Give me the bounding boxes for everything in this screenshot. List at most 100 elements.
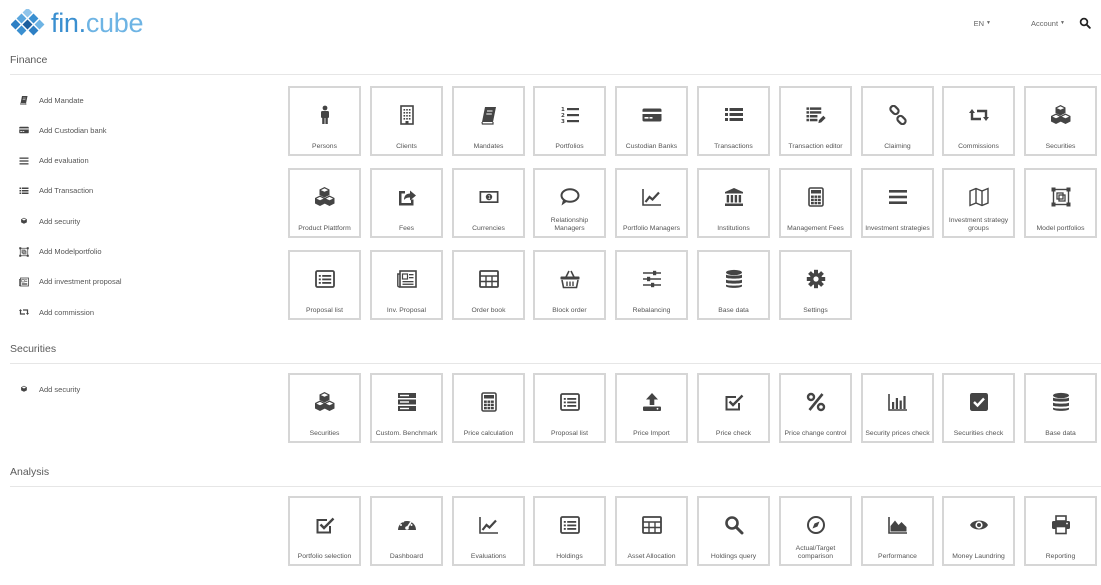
module-tile[interactable]: Proposal list <box>533 373 606 443</box>
svg-text:1: 1 <box>487 195 490 201</box>
module-tile-label: Relationship Managers <box>550 217 589 232</box>
link-icon <box>863 104 932 126</box>
module-tile[interactable]: Performance <box>861 496 934 566</box>
quick-action-label: Add security <box>39 384 81 394</box>
server-icon <box>372 391 441 413</box>
module-tile[interactable]: 1 2 3 Portfolios <box>533 86 606 156</box>
module-tile[interactable]: Model portfolios <box>1024 168 1097 238</box>
quick-action-link[interactable]: Add commission <box>19 307 94 317</box>
module-tile-label: Holdings query <box>710 552 757 560</box>
module-tile[interactable]: Settings <box>779 250 852 320</box>
module-tile[interactable]: Product Plattform <box>288 168 361 238</box>
module-tile[interactable]: Rebalancing <box>615 250 688 320</box>
quick-action-label: Add Mandate <box>39 95 84 105</box>
module-tile-label: Portfolios <box>555 142 584 150</box>
module-tile[interactable]: Transaction editor <box>779 86 852 156</box>
module-tile-label: Securities check <box>953 429 1004 437</box>
module-tile-label: Base data <box>718 306 749 314</box>
module-tile-label: Portfolio selection <box>297 552 352 560</box>
quick-action-link[interactable]: Add security <box>19 216 80 226</box>
module-tile[interactable]: Securities <box>1024 86 1097 156</box>
quick-action-link[interactable]: Add Transaction <box>19 186 93 196</box>
quick-action-link[interactable]: Add investment proposal <box>19 277 122 287</box>
module-tile[interactable]: Investment strategies <box>861 168 934 238</box>
module-tile[interactable]: Inv. Proposal <box>370 250 443 320</box>
calculator-icon <box>454 391 523 413</box>
module-tile[interactable]: Securities check <box>942 373 1015 443</box>
quick-action-link[interactable]: Add Modelportfolio <box>19 246 102 257</box>
module-tile[interactable]: Mandates <box>452 86 525 156</box>
header: fin.cube EN ▼ Account ▼ <box>0 0 1101 48</box>
quick-action-link[interactable]: Add evaluation <box>19 156 89 166</box>
module-tile[interactable]: Custom. Benchmark <box>370 373 443 443</box>
module-tile[interactable]: Proposal list <box>288 250 361 320</box>
module-tile-label: Custom. Benchmark <box>375 429 438 437</box>
logo[interactable]: fin.cube <box>11 8 143 38</box>
account-dropdown[interactable]: Account ▼ <box>1031 19 1065 28</box>
module-tile-label: Actual/Target comparison <box>795 545 836 560</box>
module-tile[interactable]: Portfolio selection <box>288 496 361 566</box>
module-tile[interactable]: Custodian Banks <box>615 86 688 156</box>
module-tile[interactable]: Investment strategy groups <box>942 168 1015 238</box>
language-dropdown[interactable]: EN ▼ <box>974 19 991 28</box>
module-tile[interactable]: Price change control <box>779 373 852 443</box>
module-tile-label: Investment strategy groups <box>948 217 1009 232</box>
module-tile-label: Settings <box>803 306 828 314</box>
module-tile[interactable]: Dashboard <box>370 496 443 566</box>
module-tile[interactable]: Management Fees <box>779 168 852 238</box>
module-tile-label: Price calculation <box>463 429 514 437</box>
quick-action-link[interactable]: Add Custodian bank <box>19 125 107 135</box>
quick-action-link[interactable]: Add Mandate <box>19 95 84 105</box>
module-tile[interactable]: Commissions <box>942 86 1015 156</box>
quick-action-link[interactable]: Add security <box>19 384 80 394</box>
module-tile[interactable]: Persons <box>288 86 361 156</box>
module-tile[interactable]: Block order <box>533 250 606 320</box>
retweet-icon <box>944 104 1013 126</box>
module-tile[interactable]: Base data <box>697 250 770 320</box>
money-icon: 1 <box>454 186 523 208</box>
module-tile[interactable]: Clients <box>370 86 443 156</box>
account-label: Account <box>1030 18 1059 28</box>
basket-icon <box>535 268 604 290</box>
module-tile-label: Securities <box>1045 142 1076 150</box>
module-tile[interactable]: Holdings <box>533 496 606 566</box>
comment-icon <box>535 186 604 208</box>
module-tile-label: Model portfolios <box>1036 224 1085 232</box>
module-tile[interactable]: Claiming <box>861 86 934 156</box>
cubes-icon <box>1026 104 1095 126</box>
quick-action-label: Add Custodian bank <box>39 125 107 135</box>
module-tile[interactable]: 1 Currencies <box>452 168 525 238</box>
module-tile-label: Transaction editor <box>788 142 843 150</box>
module-tile[interactable]: Holdings query <box>697 496 770 566</box>
male-icon <box>290 104 359 126</box>
bars-icon <box>19 156 33 166</box>
module-tile-label: Order book <box>471 306 506 314</box>
module-tile[interactable]: Order book <box>452 250 525 320</box>
module-tile[interactable]: Institutions <box>697 168 770 238</box>
module-tile-label: Proposal list <box>550 429 589 437</box>
bank-icon <box>699 186 768 208</box>
module-tile[interactable]: Transactions <box>697 86 770 156</box>
module-tile[interactable]: Money Laundring <box>942 496 1015 566</box>
map-icon <box>944 186 1013 208</box>
module-tile[interactable]: Base data <box>1024 373 1097 443</box>
module-tile[interactable]: Security prices check <box>861 373 934 443</box>
module-tile[interactable]: Portfolio Managers <box>615 168 688 238</box>
module-tile[interactable]: Evaluations <box>452 496 525 566</box>
module-tile[interactable]: Actual/Target comparison <box>779 496 852 566</box>
module-tile[interactable]: Price Import <box>615 373 688 443</box>
quick-action-label: Add commission <box>39 307 95 317</box>
caret-down-icon: ▼ <box>1060 20 1065 26</box>
search-icon[interactable] <box>1079 17 1091 29</box>
module-tile[interactable]: Securities <box>288 373 361 443</box>
list-alt-icon <box>535 514 604 536</box>
module-tile[interactable]: Relationship Managers <box>533 168 606 238</box>
module-tile[interactable]: Fees <box>370 168 443 238</box>
module-tile-label: Institutions <box>717 224 750 232</box>
module-tile[interactable]: Price calculation <box>452 373 525 443</box>
eye-icon <box>944 514 1013 536</box>
module-tile[interactable]: Price check <box>697 373 770 443</box>
module-tile[interactable]: Asset Allocation <box>615 496 688 566</box>
module-tile-label: Money Laundring <box>952 552 1005 560</box>
module-tile[interactable]: Reporting <box>1024 496 1097 566</box>
